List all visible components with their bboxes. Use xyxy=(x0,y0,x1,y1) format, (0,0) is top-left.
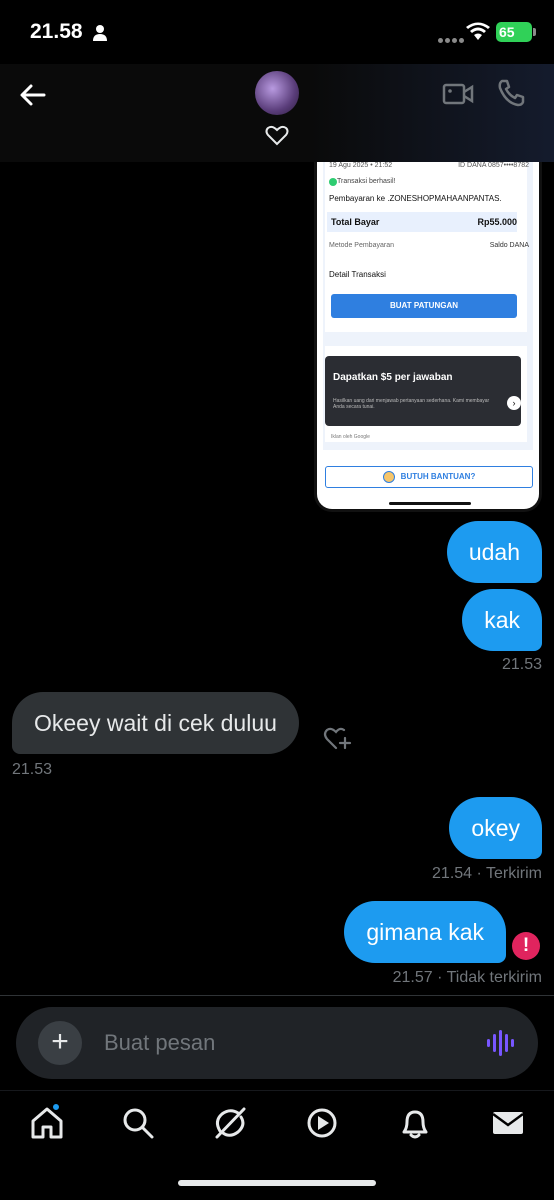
message-status: 21.54 · Terkirim xyxy=(432,865,542,882)
wifi-icon xyxy=(466,22,490,40)
video-icon[interactable] xyxy=(302,1103,342,1143)
status-time: 21.58 xyxy=(30,20,83,43)
message-timestamp: 21.53 xyxy=(12,761,53,778)
message-input[interactable] xyxy=(104,1025,444,1061)
search-icon[interactable] xyxy=(118,1103,158,1143)
add-attachment-button[interactable]: + xyxy=(38,1021,82,1065)
screenshot-home-bar xyxy=(389,502,471,505)
person-icon xyxy=(93,25,107,41)
message-composer: + xyxy=(16,1007,538,1079)
home-indicator xyxy=(178,1180,376,1186)
error-icon[interactable]: ! xyxy=(512,932,540,960)
ad-banner xyxy=(325,356,521,426)
help-button: BUTUH BANTUAN? xyxy=(325,466,533,488)
split-bill-button: BUAT PATUNGAN xyxy=(331,294,517,318)
detail-label: Detail Transaksi xyxy=(329,270,386,279)
message-bubble-outgoing[interactable]: okey xyxy=(449,797,542,859)
add-reaction-icon[interactable] xyxy=(322,724,352,752)
battery-indicator: 65 xyxy=(496,22,532,42)
phone-call-icon[interactable] xyxy=(496,78,526,108)
message-timestamp: 21.53 xyxy=(501,656,542,673)
receipt-id: ID DANA 0857••••8782 xyxy=(458,162,529,169)
check-icon xyxy=(329,178,337,186)
cellular-signal-icon xyxy=(438,30,466,48)
back-arrow-icon[interactable] xyxy=(18,80,48,110)
ad-subtitle: Hasilkan uang dari menjawab pertanyaan s… xyxy=(333,398,490,410)
notification-dot xyxy=(52,1103,60,1111)
total-label: Total Bayar xyxy=(331,217,380,227)
conversation-header xyxy=(0,64,554,162)
heart-icon[interactable] xyxy=(264,122,290,148)
help-label: BUTUH BANTUAN? xyxy=(400,472,476,481)
total-value: Rp55.000 xyxy=(477,217,517,227)
status-bar: 21.58 65 xyxy=(0,0,554,64)
shared-image[interactable]: 19 Agu 2025 • 21:52 ID DANA 0857••••8782… xyxy=(314,150,542,512)
messages-icon[interactable] xyxy=(488,1103,528,1143)
composer-divider xyxy=(0,995,554,996)
method-label: Metode Pembayaran xyxy=(329,242,394,249)
grok-icon[interactable] xyxy=(210,1103,250,1143)
message-bubble-outgoing[interactable]: gimana kak xyxy=(344,901,506,963)
method-value: Saldo DANA xyxy=(489,242,529,249)
notifications-icon[interactable] xyxy=(395,1103,435,1143)
video-call-icon[interactable] xyxy=(442,80,474,108)
support-avatar-icon xyxy=(382,470,395,483)
voice-message-icon[interactable] xyxy=(486,1029,514,1057)
chevron-right-icon: › xyxy=(507,396,521,410)
ad-attribution: Iklan oleh Google xyxy=(331,434,370,440)
receipt-payee: Pembayaran ke .ZONESHOPMAHAANPANTAS. xyxy=(329,194,502,203)
message-bubble-outgoing[interactable]: udah xyxy=(446,521,542,583)
ad-title: Dapatkan $5 per jawaban xyxy=(333,372,453,383)
avatar[interactable] xyxy=(255,71,299,115)
home-icon[interactable] xyxy=(27,1103,67,1143)
message-status: 21.57 · Tidak terkirim xyxy=(392,969,542,986)
message-bubble-incoming[interactable]: Okeey wait di cek duluu xyxy=(12,692,299,754)
message-bubble-outgoing[interactable]: kak xyxy=(462,589,542,651)
receipt-date: 19 Agu 2025 • 21:52 xyxy=(329,162,393,169)
receipt-status: Transaksi berhasil! xyxy=(337,178,396,185)
battery-tip xyxy=(533,28,536,36)
